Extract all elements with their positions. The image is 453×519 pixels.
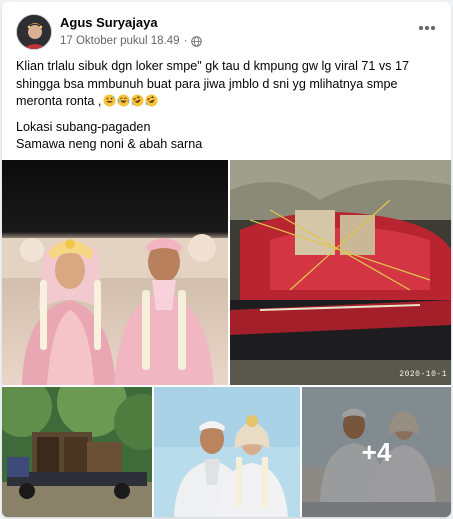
dot-icon [431,26,435,30]
couple-selfie-photo[interactable]: +4 [302,387,451,517]
avatar[interactable] [16,14,52,50]
post-card: Agus Suryajaya 17 Oktober pukul 18.49 · … [2,2,451,517]
post-caption-line: Samawa neng noni & abah sarna [16,137,203,152]
tears-of-joy-emoji-icon [117,94,130,107]
post-header: Agus Suryajaya 17 Oktober pukul 18.49 · [2,2,451,54]
grinning-sweat-emoji-icon [103,94,116,107]
more-photos-overlay[interactable]: +4 [302,387,451,517]
rolling-laughing-emoji-icon [131,94,144,107]
photo-date-stamp: 2020-10-1 [399,370,447,379]
truck-furniture-photo[interactable] [2,387,152,517]
post-body-paragraph: Klian trlalu sibuk dgn loker smpe" gk ta… [16,58,444,111]
more-options-icon[interactable] [415,20,439,36]
post-meta: 17 Oktober pukul 18.49 · [60,35,203,47]
post-body-line: Klian trlalu sibuk dgn loker smpe" gk ta… [16,59,409,109]
couple-portrait-photo[interactable] [154,387,300,517]
rolling-laughing-emoji-icon [145,94,158,107]
post-location-line: Lokasi subang-pagaden [16,119,151,134]
dot-icon [419,26,423,30]
photo-grid: 2020-10-1 +4 [2,160,451,517]
dot-icon [425,26,429,30]
motorcycle-load-photo[interactable]: 2020-10-1 [230,160,451,385]
globe-icon [191,35,203,47]
post-timestamp[interactable]: 17 Oktober pukul 18.49 [60,35,180,47]
meta-separator: · [183,35,188,47]
post-text: Klian trlalu sibuk dgn loker smpe" gk ta… [16,58,444,154]
wedding-couple-photo[interactable] [2,160,228,385]
author-name[interactable]: Agus Suryajaya [60,15,158,30]
emoji-group [103,94,158,107]
